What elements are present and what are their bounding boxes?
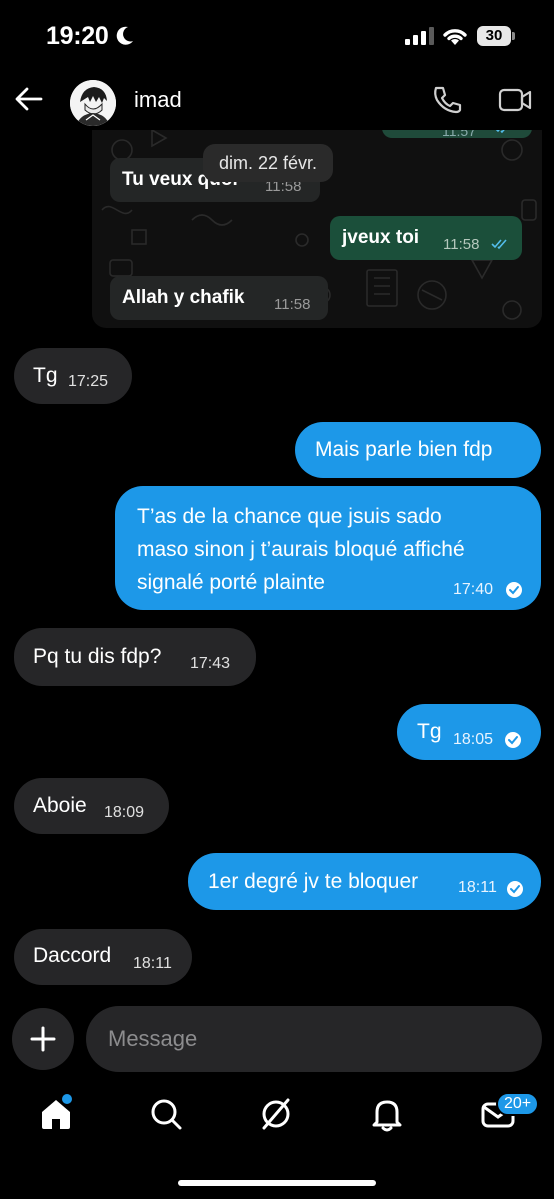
home-indicator — [178, 1180, 376, 1186]
tab-bar: 20+ — [0, 1080, 554, 1160]
read-check-icon — [505, 732, 521, 748]
message-input[interactable] — [86, 1006, 542, 1072]
screenshot-message: Allah y chafik 11:58 — [110, 276, 328, 320]
back-arrow-icon[interactable] — [14, 84, 44, 114]
notifications-icon[interactable] — [367, 1094, 407, 1134]
screenshot-message: jveux toi 11:58 — [330, 216, 522, 260]
explore-icon[interactable] — [256, 1094, 296, 1134]
message-outgoing[interactable]: Tg 18:05 — [397, 704, 541, 760]
avatar-image — [70, 80, 116, 126]
message-composer — [0, 1004, 554, 1074]
read-ticks-icon — [491, 239, 507, 250]
signal-icon — [405, 27, 434, 45]
message-incoming[interactable]: Tg 17:25 — [14, 348, 132, 404]
inbox-unread-badge: 20+ — [496, 1092, 540, 1116]
app-screen: 19:20 30 11:57 Tu veux quoi 11:58 dim. 2… — [0, 0, 554, 1199]
message-incoming[interactable]: Daccord 18:11 — [14, 929, 192, 985]
read-check-icon — [507, 881, 523, 897]
shared-screenshot[interactable]: 11:57 Tu veux quoi 11:58 dim. 22 févr. j… — [92, 110, 542, 328]
message-outgoing[interactable]: T’as de la chance que jsuis sado maso si… — [115, 486, 541, 610]
plus-icon — [30, 1026, 56, 1052]
contact-name[interactable]: imad — [134, 87, 182, 113]
moon-icon — [116, 26, 133, 45]
wifi-icon — [443, 29, 467, 45]
message-incoming[interactable]: Aboie 18:09 — [14, 778, 169, 834]
date-separator: dim. 22 févr. — [203, 144, 334, 182]
battery-level: 30 — [485, 27, 503, 44]
add-attachment-button[interactable] — [12, 1008, 74, 1070]
message-outgoing[interactable]: Mais parle bien fdp — [295, 422, 541, 478]
message-incoming[interactable]: Pq tu dis fdp? 17:43 — [14, 628, 256, 686]
status-bar: 19:20 30 — [0, 0, 554, 70]
battery-indicator: 30 — [477, 26, 515, 46]
chat-header: imad — [0, 70, 554, 130]
message-outgoing[interactable]: 1er degré jv te bloquer 18:11 — [188, 853, 541, 910]
read-check-icon — [506, 582, 522, 598]
video-camera-icon[interactable] — [498, 86, 532, 114]
home-notification-dot — [62, 1094, 72, 1104]
status-time: 19:20 — [46, 22, 109, 50]
search-icon[interactable] — [146, 1094, 186, 1134]
avatar[interactable] — [70, 80, 116, 126]
phone-icon[interactable] — [430, 84, 462, 116]
